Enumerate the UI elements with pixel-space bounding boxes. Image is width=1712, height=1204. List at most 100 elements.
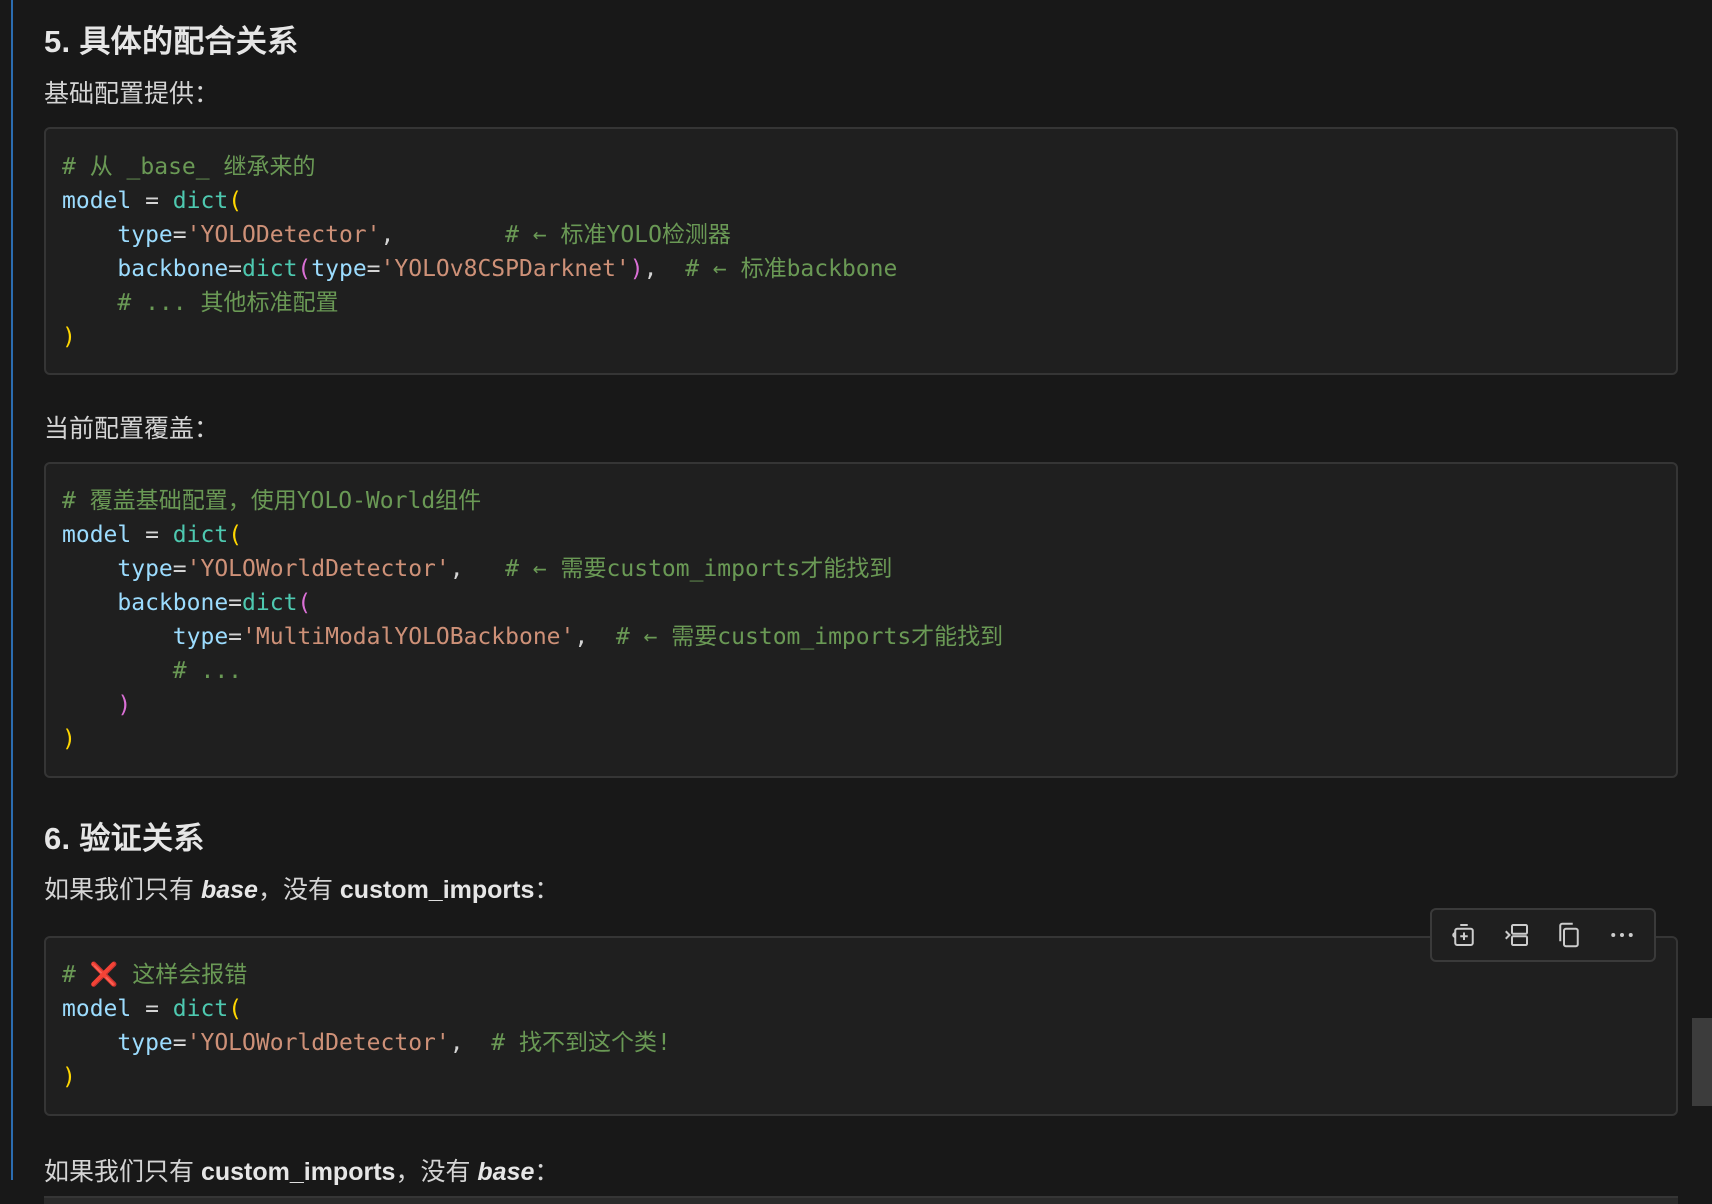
text-strong: custom_imports [200,1158,396,1186]
code-override-content[interactable]: # 覆盖基础配置，使用YOLO-World组件 model = dict( ty… [62,484,1003,756]
code-token: ) [62,726,76,752]
copy-button[interactable] [1549,915,1589,955]
text-fragment: ： [534,876,560,904]
code-token: , [380,222,506,248]
code-token: ) [629,256,644,282]
next-code-block-edge [44,1196,1678,1204]
insert-into-terminal-button[interactable] [1444,915,1484,955]
code-token: = [228,256,243,282]
code-comment: 这样会报错 [118,962,248,988]
text-emphasis: base [477,1158,535,1186]
code-token: ( [228,522,243,548]
insert-into-terminal-icon [1452,924,1474,946]
code-comment: # ← 标准YOLO检测器 [505,222,731,248]
code-comment: # ← 需要custom_imports才能找到 [615,624,1004,650]
code-token: type [117,1030,173,1056]
current-config-label: 当前配置覆盖： [44,415,220,443]
text-strong: custom_imports [339,876,535,904]
code-token: 'YOLOWorldDetector' [186,556,450,582]
code-token: model [62,996,132,1022]
code-token: 'YOLOv8CSPDarknet' [380,256,630,282]
more-icon [1611,933,1633,937]
section-6-heading: 6. 验证关系 [44,821,205,856]
code-token: ( [297,590,312,616]
code-token: 'YOLOWorldDetector' [186,1030,450,1056]
code-token: ( [228,188,243,214]
scrollbar-thumb[interactable] [1692,1018,1712,1106]
code-comment: # [62,962,90,988]
code-comment: # ... [172,658,243,684]
code-token: 'MultiModalYOLOBackbone' [242,624,575,650]
code-token: , [574,624,616,650]
code-token: = [366,256,381,282]
code-token: = [172,1030,187,1056]
section-5-heading: 5. 具体的配合关系 [44,24,299,59]
code-token: , [643,256,686,282]
code-token: ( [297,256,312,282]
text-emphasis: base [200,876,258,904]
code-token: , [449,556,506,582]
code-token: dict [242,256,298,282]
code-block-toolbar [1430,908,1656,962]
code-block-override[interactable]: # 覆盖基础配置，使用YOLO-World组件 model = dict( ty… [44,462,1678,778]
code-token: = [131,188,173,214]
text-fragment: 如果我们只有 [44,1158,201,1186]
question-only-base: 如果我们只有 base，没有 custom_imports： [44,870,559,906]
code-comment: # 从 _base_ 继承来的 [62,154,316,180]
code-token: ( [228,996,243,1022]
code-token: backbone [117,590,229,616]
code-comment: # 找不到这个类! [491,1030,671,1056]
code-token: dict [242,590,298,616]
code-token: = [228,624,243,650]
code-token: , [449,1030,492,1056]
code-base-content[interactable]: # 从 _base_ 继承来的 model = dict( type='YOLO… [62,150,897,354]
text-fragment: 如果我们只有 [44,876,201,904]
code-token: backbone [117,256,229,282]
code-token: dict [172,188,229,214]
code-comment: # 覆盖基础配置，使用YOLO-World组件 [62,488,482,514]
code-token: dict [172,522,229,548]
code-token: ) [117,692,132,718]
code-token: ) [62,1064,76,1090]
code-token: = [172,556,187,582]
text-fragment: ，没有 [257,876,340,904]
apply-in-editor-icon [1504,924,1528,946]
code-token: = [172,222,187,248]
code-comment: # ← 标准backbone [685,256,898,282]
code-token: type [117,556,173,582]
left-accent-rule [11,0,13,1180]
code-comment: # ... 其他标准配置 [117,290,339,316]
code-token: = [228,590,243,616]
code-token: model [62,522,132,548]
code-error-content[interactable]: # ❌ 这样会报错 model = dict( type='YOLOWorldD… [62,958,671,1094]
question-only-custom-imports: 如果我们只有 custom_imports，没有 base： [44,1152,559,1188]
code-token: type [311,256,367,282]
code-token: 'YOLODetector' [186,222,381,248]
code-token: ) [62,324,76,350]
code-token: model [62,188,132,214]
code-token: type [117,222,173,248]
copy-icon [1559,922,1579,948]
code-token: = [131,996,173,1022]
code-comment: # ← 需要custom_imports才能找到 [505,556,893,582]
code-block-error-example[interactable]: # ❌ 这样会报错 model = dict( type='YOLOWorldD… [44,936,1678,1116]
code-block-base[interactable]: # 从 _base_ 继承来的 model = dict( type='YOLO… [44,127,1678,375]
text-fragment: ，没有 [395,1158,478,1186]
text-fragment: ： [534,1158,560,1186]
more-actions-button[interactable] [1602,915,1642,955]
code-token: = [131,522,173,548]
base-config-label: 基础配置提供： [44,80,220,108]
apply-in-editor-button[interactable] [1497,915,1537,955]
code-token: type [172,624,229,650]
cross-mark-icon: ❌ [89,962,119,988]
code-token: dict [172,996,229,1022]
